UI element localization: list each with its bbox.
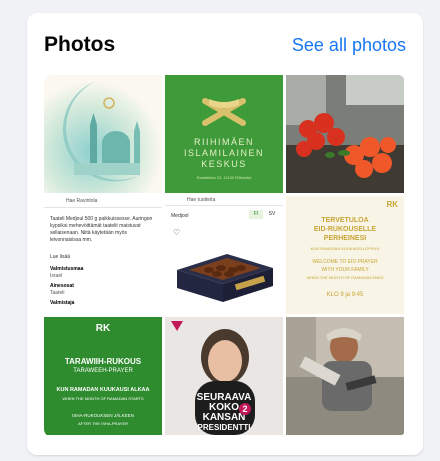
center-name-line-1: RIIHIMÄEN [193, 137, 254, 147]
read-more-link: Lue lisää [50, 254, 71, 260]
photo-tile-election-poster[interactable]: SEURAAVA KOKO KANSAN PRESIDENTTI 2 [165, 317, 283, 435]
ingredients-value: Taateli [50, 290, 65, 296]
photos-card: Photos See all photos RIIHIMÄEN ISLAMILA… [27, 13, 423, 455]
product-description: Taateli Medjoul 500 g paikkuissesse. Aur… [50, 216, 153, 243]
eid-title-line-1: TERVETULOA [321, 217, 369, 224]
poster-line-4: PRESIDENTTI [197, 423, 251, 432]
mosque-watercolor-image [44, 75, 162, 193]
eid-title-line-3: PERHEINESI [323, 235, 367, 242]
eid-en-line-1: WELCOME TO EID PRAYER [312, 259, 378, 265]
center-address: Rautatieka 22, 11100 Riihimäki [196, 175, 252, 180]
tarawih-line-1: KUN RAMADAN KUUKAUSI ALKAA [56, 387, 150, 393]
eid-subtitle: KUN RAMADAN KUUKAUSI LOPPUU [310, 246, 380, 251]
candidate-number-badge: 2 [239, 403, 251, 415]
lang-sv[interactable]: SV [265, 210, 279, 219]
screenshot-search-label: Hae Ravintola [66, 198, 98, 204]
eid-title-line-2: EID-RUKOUSELLE [313, 226, 377, 233]
see-all-photos-link[interactable]: See all photos [292, 31, 406, 59]
photo-tile-roses[interactable] [286, 75, 404, 193]
photo-grid: RIIHIMÄEN ISLAMILAINEN KESKUS Rautatieka… [44, 75, 405, 437]
photo-tile-tarawih[interactable]: RK TARAWIIH-RUKOUS TARAWEEH-PRAYER KUN R… [44, 317, 162, 435]
center-name-line-2: ISLAMILAINEN [183, 148, 265, 158]
photo-tile-dates-box[interactable]: Hae tuotteita Medjool FI SV ♡ [165, 196, 283, 314]
poster-line-3: KANSAN [202, 412, 246, 423]
product-label: Medjool [171, 213, 189, 219]
roses-image [286, 75, 404, 193]
rk-logo-2: RK [95, 323, 111, 334]
eid-en-line-3: WHEN THE MONTH OF RAMADAN ENDS [306, 275, 384, 280]
photos-header: Photos See all photos [44, 31, 406, 61]
origin-value: Israel [50, 273, 63, 279]
tarawih-line-1-en: WHEN THE MONTH OF RAMADAN STARTS [62, 396, 144, 401]
screenshot-search-label-2: Hae tuotteita [187, 197, 216, 203]
section-title: Photos [44, 33, 116, 56]
dates-box-image [177, 254, 273, 302]
tarawih-line-2-en: AFTER THE ISHA-PRAYER [77, 421, 129, 426]
photo-tile-eid-invite[interactable]: RK TERVETULOA EID-RUKOUSELLE PERHEINESI … [286, 196, 404, 314]
tarawih-title: TARAWIIH-RUKOUS [64, 357, 142, 366]
photo-tile-product-info[interactable]: Hae Ravintola Taateli Medjoul 500 g paik… [44, 196, 162, 314]
photo-tile-worker[interactable] [286, 317, 404, 435]
worker-image [286, 317, 404, 435]
origin-label: Valmistusmaa [50, 266, 84, 272]
eid-time: KLO 9 ja 9:45 [326, 292, 364, 298]
manufacturer-label: Valmistaja [50, 300, 75, 306]
tarawih-line-2: ISHA-RUKOUKSEN JÄLKEEN [72, 413, 134, 418]
eid-en-line-2: WITH YOUR FAMILY [321, 267, 369, 273]
photo-tile-mosque[interactable] [44, 75, 162, 193]
rk-logo: RK [386, 200, 398, 209]
tarawih-title-en: TARAWEEH-PRAYER [73, 368, 133, 374]
photo-tile-islamic-center[interactable]: RIIHIMÄEN ISLAMILAINEN KESKUS Rautatieka… [165, 75, 283, 193]
ingredients-label: Ainesosat [50, 283, 74, 289]
center-name-line-3: KESKUS [201, 159, 247, 169]
lang-fi[interactable]: FI [249, 210, 263, 219]
